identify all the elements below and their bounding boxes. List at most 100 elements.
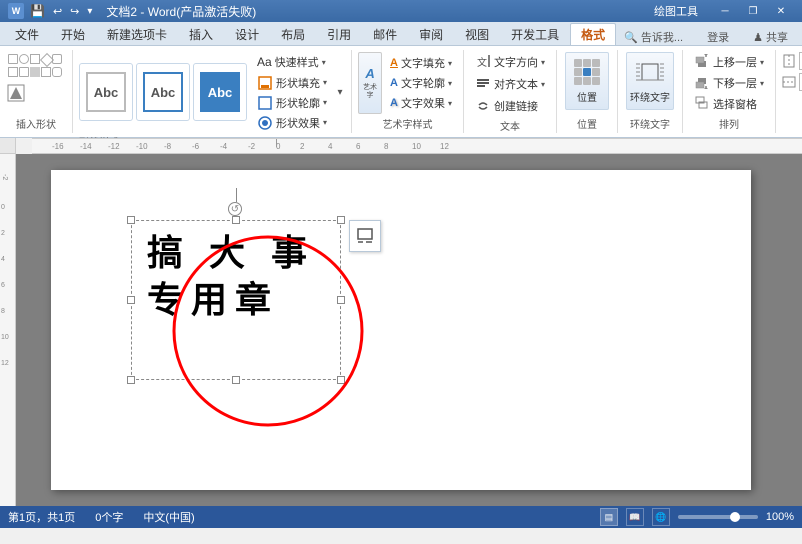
login-btn[interactable]: 登录 bbox=[701, 29, 735, 45]
zoom-level: 100% bbox=[766, 511, 794, 523]
fill-btn[interactable]: 形状填充 ▾ bbox=[252, 73, 332, 92]
shape-style-btn-3[interactable]: Abc bbox=[193, 63, 247, 121]
down-layer-btn[interactable]: 下移一层 ▾ bbox=[689, 73, 769, 93]
title-text: 文档2 - Word(产品激活失败) bbox=[106, 3, 256, 20]
text-dir-arrow: ▾ bbox=[541, 58, 545, 67]
down-layer-icon bbox=[694, 74, 710, 93]
align-text-btn[interactable]: 对齐文本 ▾ bbox=[470, 74, 550, 94]
status-right: ▤ 📖 🌐 100% bbox=[600, 508, 794, 526]
text-outline-btn[interactable]: A 文字轮廓 ▾ bbox=[385, 74, 457, 93]
window-controls: 绘图工具 ─ ❐ ✕ bbox=[654, 3, 794, 19]
surround-text-icon bbox=[634, 58, 666, 86]
rotate-handle[interactable]: ↺ bbox=[228, 188, 244, 204]
up-layer-btn[interactable]: 上移一层 ▾ bbox=[689, 52, 769, 72]
tab-insert[interactable]: 插入 bbox=[178, 23, 224, 45]
shape-style-btn-1[interactable]: Abc bbox=[79, 63, 133, 121]
quick-style-btn[interactable]: Aa 快速样式 ▾ bbox=[252, 52, 332, 72]
height-icon bbox=[782, 54, 796, 68]
text-effect-label: 文字效果 bbox=[401, 95, 445, 111]
rotate-line bbox=[236, 188, 237, 202]
up-layer-icon bbox=[694, 53, 710, 72]
document-page: ↺ bbox=[51, 170, 751, 490]
group-arrange-content: 上移一层 ▾ 下移一层 ▾ 选择窗格 bbox=[689, 52, 769, 114]
handle-ml[interactable] bbox=[127, 296, 135, 304]
effect-icon bbox=[257, 115, 273, 131]
text-fill-icon: A bbox=[390, 57, 398, 69]
group-insert-shape-label: 插入形状 bbox=[6, 114, 66, 133]
tab-home[interactable]: 开始 bbox=[50, 23, 96, 45]
quick-style-label: 快速样式 bbox=[275, 54, 319, 70]
view-web-btn[interactable]: 🌐 bbox=[652, 508, 670, 526]
down-layer-label: 下移一层 bbox=[713, 75, 757, 91]
text-dir-label: 文字方向 bbox=[494, 54, 538, 70]
group-art-text: A 艺术字 A 文字填充 ▾ A 文字轮廓 ▾ A bbox=[352, 50, 464, 133]
shape-style-expand[interactable]: ▾ bbox=[338, 87, 343, 98]
select-pane-label: 选择窗格 bbox=[713, 96, 757, 112]
fill-arrow: ▾ bbox=[323, 78, 327, 87]
position-grid-icon bbox=[574, 59, 600, 85]
position-btn[interactable]: 位置 bbox=[565, 52, 609, 110]
group-position-label: 位置 bbox=[563, 114, 611, 133]
group-position-content: 位置 bbox=[563, 52, 611, 114]
effect-btn[interactable]: 形状效果 ▾ bbox=[252, 113, 332, 132]
quick-style-arrow: ▾ bbox=[322, 58, 326, 67]
share-btn[interactable]: ♟ 共享 bbox=[747, 29, 794, 45]
text-outline-label: 文字轮廓 bbox=[401, 75, 445, 91]
outline-arrow: ▾ bbox=[323, 98, 327, 107]
group-insert-shape: 插入形状 bbox=[0, 50, 73, 133]
effect-label: 形状效果 bbox=[276, 115, 320, 131]
outline-label: 形状轮廓 bbox=[276, 95, 320, 111]
text-direction-btn[interactable]: 文 文字方向 ▾ bbox=[470, 52, 550, 72]
text-dir-icon: 文 bbox=[475, 53, 491, 72]
outline-btn[interactable]: 形状轮廓 ▾ bbox=[252, 93, 332, 112]
tab-layout[interactable]: 布局 bbox=[270, 23, 316, 45]
text-fill-btn[interactable]: A 文字填充 ▾ bbox=[385, 54, 457, 73]
handle-bl[interactable] bbox=[127, 376, 135, 384]
handle-tc[interactable] bbox=[232, 216, 240, 224]
group-surround: 环绕文字 环绕文字 bbox=[618, 50, 683, 133]
select-pane-btn[interactable]: 选择窗格 bbox=[689, 94, 769, 114]
tab-review[interactable]: 审阅 bbox=[408, 23, 454, 45]
view-read-btn[interactable]: 📖 bbox=[626, 508, 644, 526]
text-effect-btn[interactable]: A 文字效果 ▾ bbox=[385, 94, 457, 113]
tab-mailings[interactable]: 邮件 bbox=[362, 23, 408, 45]
handle-tr[interactable] bbox=[337, 216, 345, 224]
stamp-circle-container[interactable] bbox=[169, 232, 367, 430]
view-print-btn[interactable]: ▤ bbox=[600, 508, 618, 526]
quick-access-save[interactable]: 💾 bbox=[30, 4, 45, 18]
tab-newtab[interactable]: 新建选项卡 bbox=[96, 23, 178, 45]
group-art-text-content: A 艺术字 A 文字填充 ▾ A 文字轮廓 ▾ A bbox=[358, 52, 457, 114]
quick-access-undo[interactable]: ↩ bbox=[53, 5, 62, 18]
rotate-circle-handle[interactable]: ↺ bbox=[228, 202, 242, 216]
group-arrange-label: 排列 bbox=[689, 114, 769, 133]
shape-style-btn-2[interactable]: Abc bbox=[136, 63, 190, 121]
tab-references[interactable]: 引用 bbox=[316, 23, 362, 45]
zoom-slider[interactable] bbox=[678, 515, 758, 519]
horizontal-ruler: -16 -14 -12 -10 -8 -6 -4 -2 0 2 4 6 8 10… bbox=[32, 138, 802, 154]
group-art-text-label: 艺术字样式 bbox=[358, 114, 457, 133]
tell-me-btn[interactable]: 🔍 告诉我... bbox=[618, 29, 689, 45]
quick-access-redo[interactable]: ↪ bbox=[70, 5, 79, 18]
close-button[interactable]: ✕ bbox=[768, 3, 794, 19]
restore-button[interactable]: ❐ bbox=[740, 3, 766, 19]
create-link-btn[interactable]: 创建链接 bbox=[470, 96, 550, 116]
page-info: 第1页，共1页 bbox=[8, 509, 75, 525]
select-pane-icon bbox=[694, 95, 710, 114]
shape-style-preview-1: Abc bbox=[86, 72, 126, 112]
tab-file[interactable]: 文件 bbox=[4, 23, 50, 45]
quick-access-customize[interactable]: ▾ bbox=[87, 6, 92, 17]
text-fill-label: 文字填充 bbox=[401, 55, 445, 71]
text-effect-arrow: ▾ bbox=[448, 99, 452, 108]
group-text-label: 文本 bbox=[470, 116, 550, 135]
handle-tl[interactable] bbox=[127, 216, 135, 224]
tab-view[interactable]: 视图 bbox=[454, 23, 500, 45]
minimize-button[interactable]: ─ bbox=[712, 3, 738, 19]
fill-label: 形状填充 bbox=[276, 75, 320, 91]
group-size-content bbox=[782, 52, 802, 114]
surround-text-btn[interactable]: 环绕文字 bbox=[626, 52, 674, 110]
tab-developer[interactable]: 开发工具 bbox=[500, 23, 570, 45]
tab-format[interactable]: 格式 bbox=[570, 23, 616, 45]
group-text: 文 文字方向 ▾ 对齐文本 ▾ 创建链接 bbox=[464, 50, 557, 133]
tab-design[interactable]: 设计 bbox=[224, 23, 270, 45]
fill-icon bbox=[257, 75, 273, 91]
